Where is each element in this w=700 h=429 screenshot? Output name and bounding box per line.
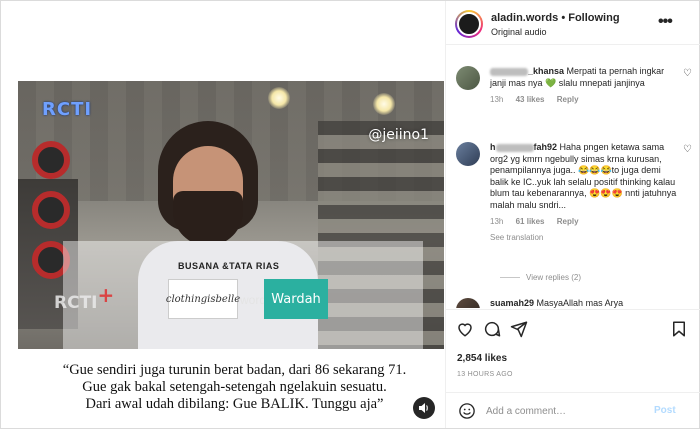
comment-body: suamah29 MasyaAllah mas Arya (490, 298, 678, 308)
post-timestamp[interactable]: 13 HOURS AGO (457, 371, 513, 378)
comment-text: MasyaAllah mas Arya (536, 298, 624, 308)
credit-title: BUSANA &TATA RIAS (178, 261, 280, 271)
reply-button[interactable]: Reply (557, 95, 579, 104)
post-actions: 2,854 likes 13 HOURS AGO (446, 309, 700, 391)
comment-body: h fah92 Haha pngen ketawa sama org2 yg km… (490, 142, 678, 243)
username-suffix: fah92 (533, 142, 558, 152)
see-translation-link[interactable]: See translation (490, 232, 678, 244)
commenter-username[interactable]: _khansa (490, 66, 564, 76)
video-player[interactable]: RCTI @jeiino1 BUSANA &TATA RIAS clothing… (18, 81, 444, 349)
caption-line: “Gue sendiri juga turunin berat badan, d… (62, 362, 407, 378)
author-avatar[interactable] (455, 10, 483, 38)
view-replies-button[interactable]: View replies (2) (500, 273, 581, 282)
add-comment-bar: Post (446, 392, 700, 428)
sponsor-logo-clothing: clothingisbelle (166, 279, 240, 319)
video-caption: “Gue sendiri juga turunin berat badan, d… (37, 362, 432, 413)
comment-heart-icon[interactable]: ♡ (683, 144, 692, 155)
following-button[interactable]: Following (568, 12, 619, 24)
video-prop-wheel (32, 191, 70, 229)
comment-body: _khansa Merpati ta pernah ingkar janji m… (490, 66, 678, 106)
caption-line: Dari awal udah dibilang: Gue BALIK. Tung… (85, 396, 384, 412)
commenter-avatar[interactable] (456, 66, 480, 90)
action-icons (456, 320, 690, 340)
comment-likes[interactable]: 43 likes (516, 95, 545, 104)
author-username[interactable]: aladin.words (491, 12, 558, 24)
rcti-plus-logo: RCTI+ (54, 283, 114, 313)
speaker-icon (419, 403, 428, 413)
comment-time: 13h (490, 217, 504, 226)
view-replies-label: View replies (2) (526, 273, 581, 282)
comment-icon[interactable] (483, 320, 501, 338)
comment-meta: 13h 61 likes Reply (490, 216, 678, 228)
rcti-plus-mark: + (97, 283, 115, 307)
comment-meta: 13h 43 likes Reply (490, 94, 678, 106)
comment-heart-icon[interactable]: ♡ (683, 68, 692, 79)
commenter-avatar[interactable] (456, 298, 480, 308)
comment-input[interactable] (486, 402, 636, 420)
redacted-name (490, 67, 528, 76)
paper-plane-icon[interactable] (510, 320, 528, 338)
comment-likes[interactable]: 61 likes (516, 217, 545, 226)
commenter-username[interactable]: suamah29 (490, 298, 534, 308)
reply-button[interactable]: Reply (557, 217, 579, 226)
video-prop-wheel (32, 141, 70, 179)
sponsor-logo-wardah: Wardah (264, 279, 328, 319)
redacted-name (495, 143, 534, 152)
author-line: aladin.words • Following (491, 12, 620, 24)
video-lamp (268, 87, 290, 109)
comment-time: 13h (490, 95, 504, 104)
post-sidebar: aladin.words • Following Original audio … (445, 1, 700, 428)
comment-text: Haha pngen ketawa sama org2 yg kmrn ngeb… (490, 142, 677, 210)
commenter-avatar[interactable] (456, 142, 480, 166)
replies-line (500, 277, 520, 279)
avatar-image (457, 12, 481, 36)
comments-list[interactable]: _khansa Merpati ta pernah ingkar janji m… (446, 46, 700, 308)
heart-icon[interactable] (456, 320, 474, 338)
video-lamp (373, 93, 395, 115)
person-beard (173, 191, 243, 246)
bookmark-icon[interactable] (670, 320, 688, 338)
username-prefix: h (490, 142, 496, 152)
likes-count[interactable]: 2,854 likes (457, 353, 507, 364)
rcti-plus-text: RCTI (54, 293, 98, 313)
username-suffix: _khansa (528, 66, 565, 76)
caption-line: Gue gak bakal setengah-setengah ngelakui… (82, 379, 387, 395)
sound-toggle-button[interactable] (413, 397, 435, 419)
rcti-logo: RCTI (42, 99, 93, 120)
post-comment-button[interactable]: Post (654, 405, 676, 416)
commenter-username[interactable]: h fah92 (490, 142, 557, 152)
audio-label[interactable]: Original audio (491, 27, 547, 37)
more-options-icon[interactable]: ••• (658, 13, 673, 31)
post-header: aladin.words • Following Original audio … (446, 1, 700, 45)
media-panel: RCTI @jeiino1 BUSANA &TATA RIAS clothing… (1, 1, 444, 428)
smiley-icon[interactable] (458, 402, 476, 420)
video-watermark: @jeiino1 (368, 127, 429, 143)
